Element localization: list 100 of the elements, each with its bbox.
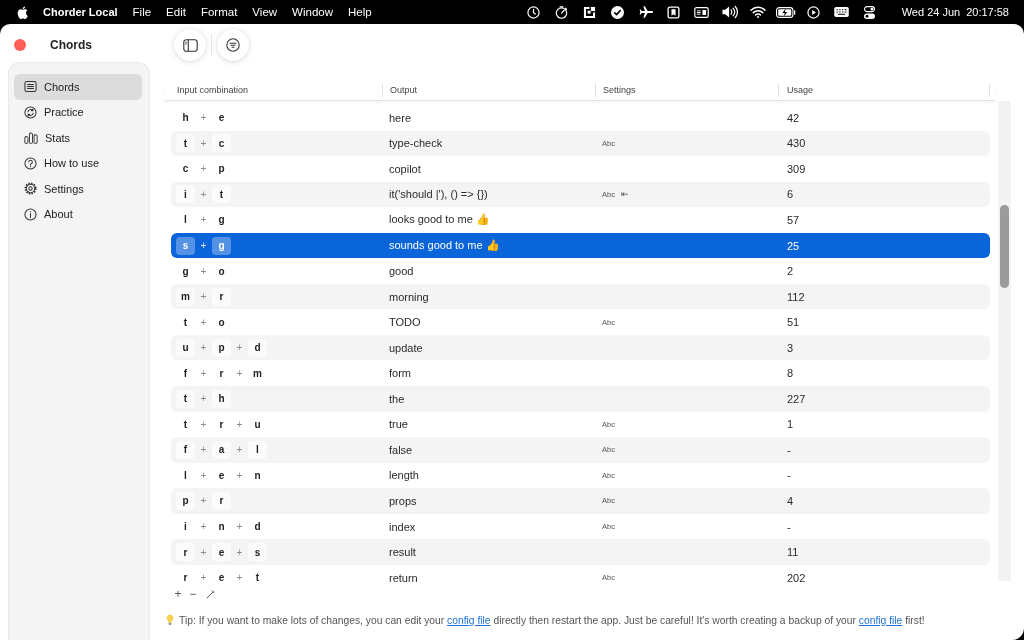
key-label: i xyxy=(183,520,188,534)
column-header[interactable]: Input combination xyxy=(165,83,382,97)
key-label: t xyxy=(182,417,189,432)
key-label: t xyxy=(176,389,195,408)
menu-item[interactable]: File xyxy=(132,6,152,18)
filter-button[interactable] xyxy=(217,29,249,61)
config-link[interactable]: config file xyxy=(858,614,903,626)
output-text: return xyxy=(389,571,418,584)
table-row[interactable]: s + g sounds good to me 👍 25 xyxy=(171,232,990,259)
key-label: t xyxy=(254,571,261,586)
battery-icon[interactable] xyxy=(775,6,796,18)
sidebar-icon xyxy=(182,38,198,52)
output-text: copilot xyxy=(389,162,421,175)
usage-count: 25 xyxy=(787,239,800,252)
sidebar-item[interactable]: Practice xyxy=(14,99,142,125)
table-row[interactable]: u + p + d update 3 xyxy=(171,334,990,361)
key-label: o xyxy=(217,264,226,279)
sidebar-item[interactable]: Settings xyxy=(14,176,142,202)
column-header[interactable]: Output xyxy=(382,83,595,97)
menu-item[interactable]: Help xyxy=(348,6,372,18)
usage-count: 8 xyxy=(787,367,794,380)
key-label: e xyxy=(217,468,226,483)
plus-sign: + xyxy=(199,521,208,532)
apple-icon[interactable] xyxy=(17,5,28,19)
key-label: h xyxy=(181,111,190,126)
table-row[interactable]: m + r morning 112 xyxy=(171,283,990,310)
plus-sign: + xyxy=(235,546,244,558)
stopwatch-icon[interactable] xyxy=(555,5,569,19)
help-icon xyxy=(24,156,37,170)
plus-sign: + xyxy=(199,316,208,328)
output-text: it('should |'), () => {}) xyxy=(389,188,488,201)
close-button[interactable] xyxy=(14,39,26,51)
table-row[interactable]: t + h the 227 xyxy=(171,386,990,412)
output-text: good xyxy=(389,265,414,278)
status-date[interactable]: Wed 24 Jun xyxy=(901,6,961,18)
menu-item[interactable]: Edit xyxy=(166,6,186,18)
table-row[interactable]: f + r + m form 8 xyxy=(171,360,990,386)
column-header[interactable]: Usage xyxy=(778,83,990,97)
card-icon[interactable] xyxy=(694,6,710,18)
menu-item[interactable]: Window xyxy=(292,6,333,18)
key-label: t xyxy=(212,185,231,204)
app-menu[interactable]: Chorder Local xyxy=(43,6,118,18)
plus-sign: + xyxy=(235,521,244,532)
menu-item[interactable]: View xyxy=(252,6,278,18)
clock-icon[interactable] xyxy=(527,5,541,19)
usage-count: 11 xyxy=(787,546,799,559)
filter-icon xyxy=(226,38,240,52)
key-label: l xyxy=(183,468,188,483)
output-text: morning xyxy=(389,290,429,303)
output-text: the xyxy=(389,392,405,405)
usage-count: 202 xyxy=(787,571,806,584)
sidebar-item[interactable]: Stats xyxy=(14,125,142,151)
add-button[interactable]: + xyxy=(173,588,183,600)
config-link[interactable]: config file xyxy=(447,614,491,626)
sidebar-item[interactable]: How to use xyxy=(14,150,142,176)
volume-icon[interactable] xyxy=(721,5,738,19)
usage-count: 3 xyxy=(787,341,794,354)
output-text: true xyxy=(389,418,408,431)
plus-sign: + xyxy=(199,572,208,584)
table-row[interactable]: c + p copilot 309 xyxy=(171,156,990,182)
table-row[interactable]: h + e here 42 xyxy=(171,105,990,131)
info-icon xyxy=(24,207,37,221)
remove-button[interactable]: − xyxy=(188,588,198,600)
status-time[interactable]: 20:17:58 xyxy=(966,6,1009,18)
sidebar-item[interactable]: Chords xyxy=(14,74,142,100)
plus-sign: + xyxy=(199,367,208,379)
key-label: t xyxy=(182,315,189,330)
key-label: r xyxy=(218,366,225,381)
table-row[interactable]: g + o good 2 xyxy=(171,258,990,284)
key-label: p xyxy=(217,162,226,177)
key-label: d xyxy=(248,338,267,357)
airplane-icon[interactable] xyxy=(638,5,653,19)
sidebar-toggle-button[interactable] xyxy=(174,29,206,61)
table-row[interactable]: l + g looks good to me 👍 57 xyxy=(171,207,990,233)
sidebar-item[interactable]: About xyxy=(14,201,142,227)
frame-icon[interactable] xyxy=(583,5,597,19)
table-row[interactable]: r + e + s result 11 xyxy=(171,539,990,565)
plus-sign: + xyxy=(199,546,208,558)
key-label: e xyxy=(212,543,231,562)
keyboard-icon[interactable] xyxy=(834,7,850,17)
bookmark-icon[interactable] xyxy=(667,5,681,19)
output-text: length xyxy=(389,469,419,482)
play-circle-icon[interactable] xyxy=(807,5,821,19)
usage-count: 42 xyxy=(787,111,800,124)
key-label: d xyxy=(253,520,262,534)
key-label: r xyxy=(182,571,189,586)
usage-count: 1 xyxy=(787,418,794,431)
scrollbar-thumb[interactable] xyxy=(1000,205,1009,288)
key-label: m xyxy=(176,287,195,306)
output-text: update xyxy=(389,341,423,354)
toggles-icon[interactable] xyxy=(864,5,876,19)
key-label: a xyxy=(212,440,231,459)
column-header[interactable]: Settings xyxy=(595,83,778,97)
plus-sign: + xyxy=(235,342,244,354)
edit-button[interactable] xyxy=(205,588,215,600)
wifi-icon[interactable] xyxy=(749,6,766,18)
output-text: here xyxy=(389,111,412,124)
check-circle-icon[interactable] xyxy=(611,5,625,19)
usage-count: 57 xyxy=(787,213,800,226)
menu-item[interactable]: Format xyxy=(200,6,238,18)
